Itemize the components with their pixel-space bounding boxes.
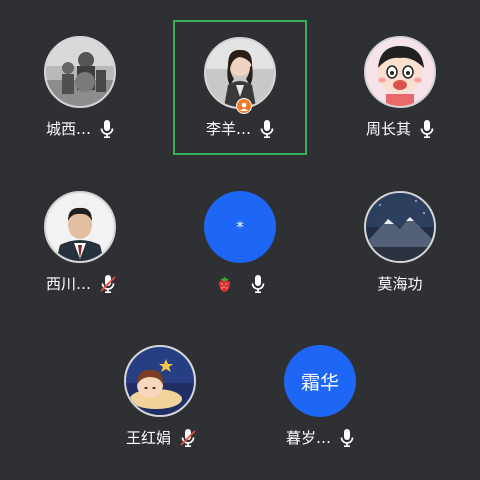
participant-tile[interactable]: 周长其 bbox=[330, 22, 470, 162]
participant-tile[interactable]: 西川… bbox=[10, 177, 150, 317]
participant-name: 周长其 bbox=[365, 120, 411, 138]
participant-name: 暮岁… bbox=[285, 429, 331, 447]
microphone-icon[interactable] bbox=[260, 120, 274, 139]
participant-tile[interactable]: 城西… bbox=[10, 22, 150, 162]
participant-name: 西川… bbox=[45, 275, 91, 293]
microphone-icon[interactable] bbox=[100, 120, 114, 139]
participant-tile[interactable]: 莫海功 bbox=[330, 177, 470, 317]
microphone-icon[interactable] bbox=[420, 120, 434, 139]
avatar-text: 霜华 bbox=[300, 371, 339, 394]
participant-name: 城西… bbox=[45, 120, 91, 138]
participant-tile-speaking[interactable]: 李羊… bbox=[173, 20, 307, 155]
microphone-icon[interactable] bbox=[340, 429, 354, 448]
host-badge-icon bbox=[236, 98, 252, 114]
participant-tile[interactable]: * bbox=[170, 177, 310, 317]
participant-name: 莫海功 bbox=[377, 275, 423, 293]
participant-tile[interactable]: 王红娟 bbox=[90, 331, 230, 471]
strawberry-icon bbox=[216, 276, 233, 293]
participant-name: 李羊… bbox=[205, 120, 251, 138]
participants-grid: 城西… 李羊… 周长其 西川… * 莫海功 王红娟 霜华 暮岁… bbox=[0, 0, 480, 480]
avatar[interactable] bbox=[44, 36, 116, 108]
microphone-icon[interactable] bbox=[251, 275, 265, 294]
avatar-text: * bbox=[236, 218, 244, 236]
microphone-muted-icon[interactable] bbox=[180, 429, 196, 448]
participant-tile[interactable]: 霜华 暮岁… bbox=[250, 331, 390, 471]
participant-name: 王红娟 bbox=[125, 429, 171, 447]
microphone-muted-icon[interactable] bbox=[100, 275, 116, 294]
avatar[interactable] bbox=[364, 36, 436, 108]
avatar[interactable] bbox=[44, 191, 116, 263]
avatar[interactable] bbox=[124, 345, 196, 417]
avatar[interactable] bbox=[364, 191, 436, 263]
text-avatar[interactable]: 霜华 bbox=[284, 345, 356, 417]
text-avatar[interactable]: * bbox=[204, 191, 276, 263]
